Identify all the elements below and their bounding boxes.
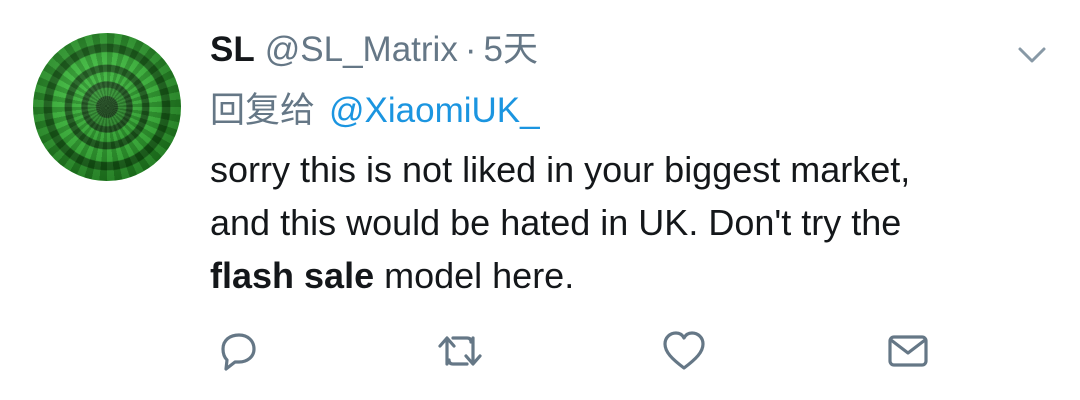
envelope-icon[interactable] [883, 326, 933, 376]
tweet-text-line: flash sale model here. [210, 249, 1050, 302]
tweet-text: sorry this is not liked in your biggest … [210, 143, 1050, 302]
author-handle[interactable]: @SL_Matrix [265, 28, 458, 72]
reply-prefix: 回复给 [210, 91, 316, 130]
tweet-text-line: and this would be hated in UK. Don't try… [210, 202, 902, 243]
tweet-card: SL @SL_Matrix · 5天 回复给 @XiaomiUK_ sorry t… [0, 0, 1080, 400]
separator-dot: · [464, 30, 477, 69]
author-name[interactable]: SL [210, 28, 255, 72]
chevron-down-icon[interactable] [1012, 38, 1052, 72]
retweet-icon[interactable] [435, 326, 485, 376]
tweet-header: SL @SL_Matrix · 5天 [210, 28, 538, 72]
tweet-text-rest: model here. [374, 255, 575, 296]
reply-to-user-link[interactable]: @XiaomiUK_ [329, 91, 540, 130]
heart-icon[interactable] [659, 326, 709, 376]
tweet-text-line: sorry this is not liked in your biggest … [210, 149, 911, 190]
tweet-timestamp[interactable]: 5天 [483, 28, 537, 72]
reply-icon[interactable] [213, 326, 263, 376]
avatar[interactable] [33, 33, 181, 181]
reply-context: 回复给 @XiaomiUK_ [210, 88, 540, 134]
bold-text: flash sale [210, 255, 375, 296]
tweet-actions [0, 326, 1080, 376]
